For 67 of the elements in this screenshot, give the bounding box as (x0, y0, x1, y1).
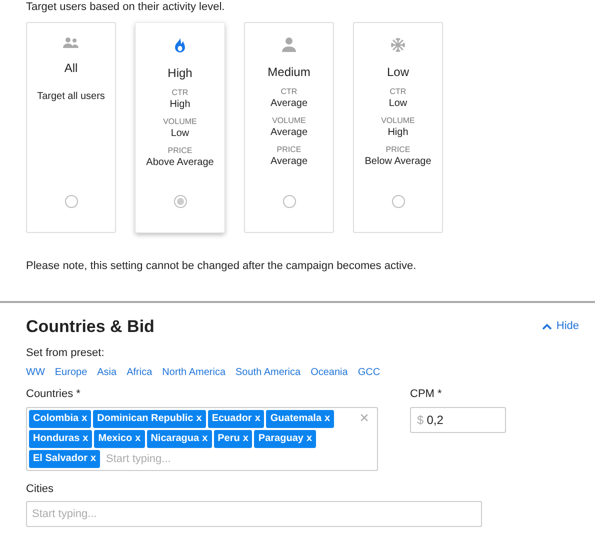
currency-prefix: $ (417, 412, 424, 429)
stat-value: Average (270, 126, 308, 139)
cpm-value: 0,2 (426, 412, 444, 429)
stat-label: PRICE (276, 145, 302, 155)
country-tag[interactable]: Nicaragua x (146, 430, 212, 448)
field-label: CPM * (410, 387, 443, 402)
stat-label: VOLUME (381, 116, 415, 126)
stat-value: Low (170, 127, 190, 140)
card-title: High (168, 65, 192, 82)
level-card[interactable]: High CTR High VOLUME Low PRICE Above Average (135, 22, 225, 233)
field-label: Countries * (26, 387, 82, 402)
stat-label: VOLUME (272, 116, 306, 126)
stat-value: Low (388, 97, 408, 110)
person-icon (282, 37, 296, 53)
stat-label: PRICE (386, 145, 410, 155)
preset-link[interactable]: Africa (126, 365, 152, 380)
preset-link[interactable]: North America (162, 365, 226, 380)
hide-toggle[interactable]: Hide (542, 318, 579, 335)
country-tag[interactable]: Honduras x (29, 430, 92, 448)
country-tag[interactable]: Guatemala x (266, 410, 334, 428)
level-card[interactable]: All Target all users (26, 22, 116, 233)
intro-text: Target users based on their activity level. (26, 1, 226, 14)
countries-field[interactable]: Colombia x Dominican Republic x Ecuador x Guatemala x Honduras x Mexico x Nicaragua x Peru x Paraguay x El Salvador x Start typing... × (26, 406, 378, 471)
stat-label: CTR (280, 87, 298, 97)
card-description: Target all users (37, 90, 105, 104)
radio-button[interactable] (174, 195, 186, 208)
country-tag[interactable]: Colombia x (29, 410, 92, 428)
field-label: Cities (26, 482, 55, 497)
stat-value: High (170, 98, 190, 111)
preset-label: Set from preset: (26, 346, 106, 361)
preset-link[interactable]: Oceania (310, 365, 348, 380)
level-card[interactable]: Low CTR Low VOLUME High PRICE Below Average (353, 22, 443, 233)
card-title: All (64, 60, 78, 77)
stat-label: VOLUME (163, 117, 197, 127)
country-tag[interactable]: Peru x (214, 430, 252, 448)
radio-button[interactable] (282, 195, 296, 208)
snowflake-icon (390, 37, 406, 53)
preset-link[interactable]: Asia (97, 365, 117, 380)
preset-link[interactable]: GCC (358, 365, 380, 380)
country-tag[interactable]: El Salvador x (29, 450, 100, 468)
stat-label: CTR (390, 87, 406, 97)
caret-icon (542, 323, 552, 330)
preset-link[interactable]: WW (26, 365, 45, 380)
country-tag[interactable]: Paraguay x (254, 430, 316, 448)
preset-link[interactable]: Europe (54, 365, 88, 380)
cpm-field[interactable]: $ 0,2 (410, 406, 506, 433)
stat-label: PRICE (168, 146, 192, 156)
stat-value: Above Average (146, 156, 214, 169)
stat-value: Below Average (364, 155, 432, 168)
people-icon (62, 37, 80, 49)
stat-label: CTR (172, 88, 188, 98)
radio-button[interactable] (64, 195, 78, 208)
preset-link[interactable]: South America (236, 365, 301, 380)
country-tag[interactable]: Ecuador x (208, 410, 264, 428)
card-title: Medium (268, 64, 310, 81)
level-card[interactable]: Medium CTR Average VOLUME Average PRICE Average (244, 22, 334, 233)
stat-value: Average (270, 97, 308, 110)
flame-icon (173, 37, 187, 54)
country-tag[interactable]: Mexico x (94, 430, 145, 448)
radio-button[interactable] (392, 195, 404, 208)
note-text: Please note, this setting cannot be changed after the campaign becomes active. (26, 259, 418, 274)
card-title: Low (386, 64, 409, 81)
country-tag[interactable]: Dominican Republic x (93, 410, 206, 428)
stat-value: Average (270, 155, 308, 168)
cities-field[interactable]: Start typing... (26, 501, 482, 528)
section-title: Countries & Bid (26, 316, 154, 337)
stat-value: High (388, 126, 408, 139)
